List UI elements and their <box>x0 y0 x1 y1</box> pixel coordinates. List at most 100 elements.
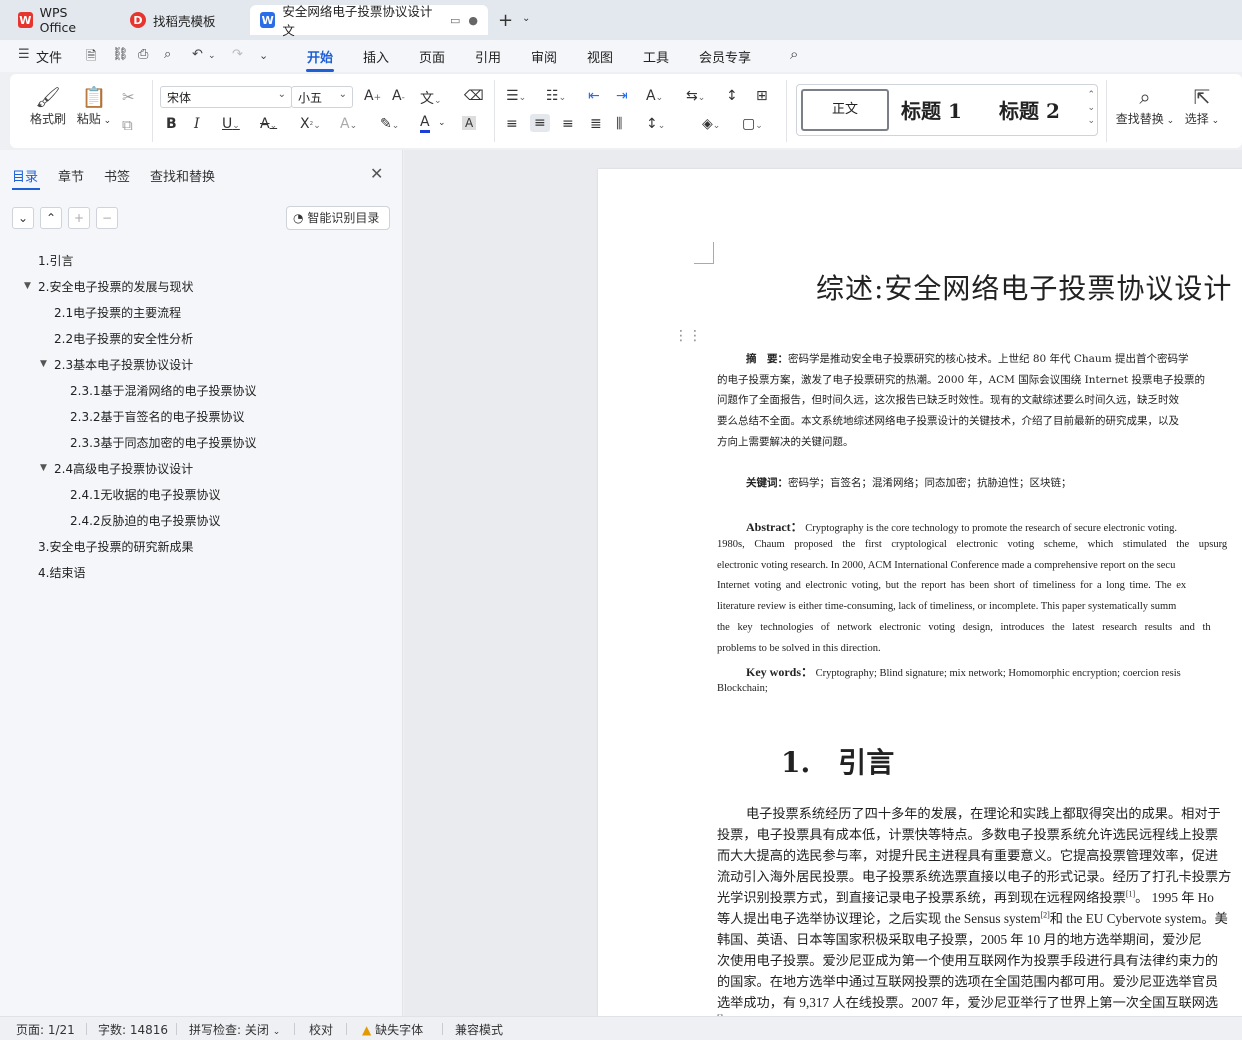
toc-item[interactable]: 2.2电子投票的安全性分析 <box>54 330 193 347</box>
screen-icon[interactable]: ▭ <box>450 14 460 27</box>
smart-toc-button[interactable]: ◔ 智能识别目录 <box>286 206 390 230</box>
citation[interactable]: [1] <box>1126 890 1135 899</box>
text-effect-icon[interactable]: A⌄ <box>340 116 357 132</box>
font-color-dropdown-icon[interactable]: ⌄ <box>438 118 446 128</box>
toc-item[interactable]: 1.引言 <box>38 252 73 269</box>
sort-icon[interactable]: ↕ <box>726 88 738 104</box>
tab-find-replace[interactable]: 查找和替换 <box>150 166 215 185</box>
bullet-list-icon[interactable]: ☰⌄ <box>506 88 526 104</box>
toc-item[interactable]: 2.4.2反胁迫的电子投票协议 <box>70 512 221 529</box>
menu-page[interactable]: 页面 <box>419 47 445 66</box>
format-painter-button[interactable]: 🖌 格式刷 <box>26 84 70 127</box>
border-icon[interactable]: ▢⌄ <box>742 116 763 132</box>
proofread-button[interactable]: 校对 <box>309 1021 333 1038</box>
tab-bookmarks[interactable]: 书签 <box>104 166 130 185</box>
shrink-font-icon[interactable]: A- <box>392 88 405 104</box>
grow-font-icon[interactable]: A+ <box>364 88 381 104</box>
shading-icon[interactable]: ◈⌄ <box>702 116 720 132</box>
distributed-icon[interactable]: ⫼ <box>616 116 622 132</box>
search-icon[interactable]: ⌕ <box>790 45 798 63</box>
new-tab-plus-icon[interactable]: + <box>498 10 513 31</box>
expand-all-button[interactable]: ⌄ <box>12 207 34 229</box>
close-icon[interactable]: ✕ <box>370 164 383 183</box>
citation[interactable]: [2] <box>1040 911 1049 920</box>
tab-document[interactable]: W 安全网络电子投票协议设计 文 ▭ ● <box>250 4 488 38</box>
tab-sections[interactable]: 章节 <box>58 166 84 185</box>
menu-review[interactable]: 审阅 <box>531 47 557 66</box>
toc-item[interactable]: 2.1电子投票的主要流程 <box>54 304 181 321</box>
style-heading-2[interactable]: 标题 2 <box>999 95 1060 124</box>
align-center-icon[interactable]: ≡ <box>530 114 550 132</box>
cut-icon[interactable]: ✂ <box>122 88 135 106</box>
align-left-icon[interactable]: ≡ <box>506 116 518 132</box>
document-page[interactable]: 综述:安全网络电子投票协议设计 摘 要：密码学是推动安全电子投票研究的核心技术。… <box>598 169 1242 1016</box>
pinyin-icon[interactable]: 文⌄ <box>420 88 442 108</box>
align-right-icon[interactable]: ≡ <box>562 116 574 132</box>
italic-icon[interactable]: I <box>194 116 200 132</box>
quick-more-icon[interactable]: ⌄ <box>259 49 268 62</box>
tab-toc[interactable]: 目录 <box>12 166 38 185</box>
style-scroll-icon[interactable]: ⌃ ⌄ ⌄ <box>1087 89 1095 128</box>
drag-handle-icon[interactable]: ⋮⋮ <box>674 328 702 344</box>
toc-item[interactable]: 3.安全电子投票的研究新成果 <box>38 538 193 555</box>
remove-heading-button[interactable]: − <box>96 207 118 229</box>
menu-reference[interactable]: 引用 <box>475 47 501 66</box>
unsaved-dot-icon[interactable]: ● <box>468 14 478 27</box>
print-icon[interactable]: ⎙ <box>138 47 148 62</box>
paste-button[interactable]: 📋 粘贴 ⌄ <box>72 84 116 127</box>
toc-item[interactable]: 2.3.1基于混淆网络的电子投票协议 <box>70 382 257 399</box>
collapse-arrow-icon[interactable]: ▼ <box>40 463 47 473</box>
text-direction-icon[interactable]: ⇆⌄ <box>686 88 705 104</box>
select-button[interactable]: ⇱ 选择 ⌄ <box>1182 84 1222 127</box>
show-marks-icon[interactable]: ⊞ <box>756 88 768 104</box>
collapse-arrow-icon[interactable]: ▼ <box>24 281 31 291</box>
decrease-indent-icon[interactable]: ⇤ <box>588 88 600 104</box>
bold-icon[interactable]: B <box>166 116 177 132</box>
undo-icon[interactable]: ↶ <box>192 47 203 62</box>
collapse-all-button[interactable]: ⌃ <box>40 207 62 229</box>
underline-icon[interactable]: U⌄ <box>222 116 240 132</box>
word-count[interactable]: 字数: 14816 <box>98 1021 168 1038</box>
superscript-icon[interactable]: X²⌄ <box>300 116 321 132</box>
clear-format-icon[interactable]: ⌫ <box>464 88 484 104</box>
find-replace-button[interactable]: ⌕ 查找替换 ⌄ <box>1114 84 1176 127</box>
page-indicator[interactable]: 页面: 1/21 <box>16 1021 75 1038</box>
style-normal[interactable]: 正文 <box>801 89 889 131</box>
font-name-select[interactable]: 宋体 ⌄ <box>160 86 292 108</box>
menu-insert[interactable]: 插入 <box>363 47 389 66</box>
menu-view[interactable]: 视图 <box>587 47 613 66</box>
tab-template[interactable]: D 找稻壳模板 <box>120 5 244 35</box>
toc-item[interactable]: 2.3.2基于盲签名的电子投票协议 <box>70 408 245 425</box>
tab-dropdown-icon[interactable]: ⌄ <box>522 13 530 24</box>
justify-icon[interactable]: ≣ <box>590 116 602 132</box>
char-shading-icon[interactable]: A <box>462 116 477 130</box>
menu-file[interactable]: 文件 <box>36 47 62 66</box>
menu-home[interactable]: 开始 <box>307 47 333 66</box>
copy-icon[interactable]: ⧉ <box>122 116 133 134</box>
increase-indent-icon[interactable]: ⇥ <box>616 88 628 104</box>
toc-item[interactable]: 2.安全电子投票的发展与现状 <box>38 278 193 295</box>
missing-font-button[interactable]: ▲ 缺失字体 <box>362 1021 423 1038</box>
chinese-layout-icon[interactable]: A⌄ <box>646 88 663 104</box>
font-size-select[interactable]: 小五 ⌄ <box>291 86 353 108</box>
redo-icon[interactable]: ↷ <box>232 47 243 62</box>
numbered-list-icon[interactable]: ☷⌄ <box>546 88 566 104</box>
link-icon[interactable]: ⛓ <box>112 47 129 62</box>
highlight-icon[interactable]: ✎⌄ <box>380 116 399 132</box>
undo-dropdown-icon[interactable]: ⌄ <box>208 51 216 61</box>
collapse-arrow-icon[interactable]: ▼ <box>40 359 47 369</box>
toc-item[interactable]: 2.3.3基于同态加密的电子投票协议 <box>70 434 257 451</box>
menu-member[interactable]: 会员专享 <box>699 47 751 66</box>
add-heading-button[interactable]: + <box>68 207 90 229</box>
line-spacing-icon[interactable]: ↕⌄ <box>646 116 665 132</box>
strikethrough-icon[interactable]: A⌄ <box>260 116 277 132</box>
menu-tools[interactable]: 工具 <box>643 47 669 66</box>
save-icon[interactable]: 🗎 <box>86 47 96 69</box>
toc-item[interactable]: 2.4高级电子投票协议设计 <box>54 460 193 477</box>
toc-item[interactable]: 2.4.1无收据的电子投票协议 <box>70 486 221 503</box>
tab-wps-office[interactable]: W WPS Office <box>8 5 112 35</box>
toc-item[interactable]: 4.结束语 <box>38 564 85 581</box>
hamburger-icon[interactable]: ☰ <box>18 47 30 62</box>
spell-check-status[interactable]: 拼写检查: 关闭 ⌄ <box>189 1021 280 1038</box>
print-preview-icon[interactable]: ⌕ <box>164 47 171 62</box>
